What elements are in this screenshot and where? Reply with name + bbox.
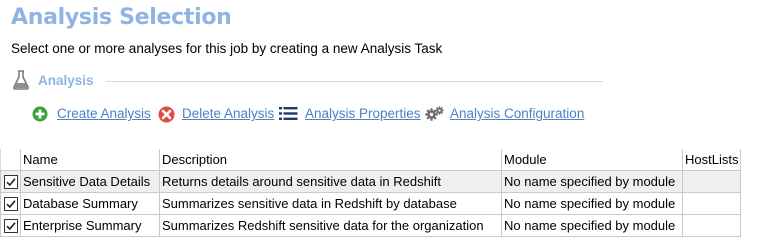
table-header-row: Name Description Module HostLists [0, 149, 742, 171]
row-description: Summarizes Redshift sensitive data for t… [159, 214, 502, 237]
page-subtitle: Select one or more analyses for this job… [11, 41, 443, 56]
check-icon [5, 178, 16, 187]
analysis-table: Name Description Module HostLists Sensit… [0, 149, 742, 237]
row-description: Returns details around sensitive data in… [159, 170, 502, 193]
row-module: No name specified by module [501, 192, 683, 215]
analysis-properties-label: Analysis Properties [305, 106, 421, 121]
row-name: Database Summary [20, 192, 160, 215]
row-module: No name specified by module [501, 214, 683, 237]
delete-analysis-button[interactable]: Delete Analysis [158, 103, 275, 125]
row-checkbox[interactable] [3, 197, 18, 212]
table-row[interactable]: Enterprise Summary Summarizes Redshift s… [0, 214, 742, 237]
row-name: Sensitive Data Details [20, 170, 160, 193]
row-hostlists [681, 214, 742, 237]
row-checkbox[interactable] [3, 219, 18, 234]
table-row[interactable]: Sensitive Data Details Returns details a… [0, 170, 742, 193]
column-header-module[interactable]: Module [501, 149, 683, 171]
row-hostlists [681, 170, 742, 193]
page-title: Analysis Selection [11, 5, 232, 30]
section-divider [106, 81, 603, 82]
row-name: Enterprise Summary [20, 214, 160, 237]
check-icon [5, 222, 16, 231]
plus-circle-icon [32, 106, 48, 122]
row-description: Summarizes sensitive data in Redshift by… [159, 192, 502, 215]
column-header-description[interactable]: Description [159, 149, 502, 171]
gears-icon [425, 106, 444, 121]
row-hostlists [681, 192, 742, 215]
section-label: Analysis [38, 73, 94, 88]
column-header-hostlists[interactable]: HostLists [681, 149, 742, 171]
flask-icon [13, 70, 29, 90]
analysis-configuration-button[interactable]: Analysis Configuration [425, 103, 585, 125]
row-checkbox[interactable] [3, 175, 18, 190]
column-header-name[interactable]: Name [20, 149, 160, 171]
analysis-properties-button[interactable]: Analysis Properties [279, 103, 421, 125]
list-icon [279, 107, 298, 120]
row-module: No name specified by module [501, 170, 683, 193]
analysis-configuration-label: Analysis Configuration [450, 106, 585, 121]
create-analysis-label: Create Analysis [57, 106, 151, 121]
table-row[interactable]: Database Summary Summarizes sensitive da… [0, 192, 742, 215]
delete-x-circle-icon [158, 106, 175, 123]
delete-analysis-label: Delete Analysis [182, 106, 275, 121]
column-header-checkbox [0, 149, 21, 171]
check-icon [5, 200, 16, 209]
create-analysis-button[interactable]: Create Analysis [32, 103, 154, 125]
